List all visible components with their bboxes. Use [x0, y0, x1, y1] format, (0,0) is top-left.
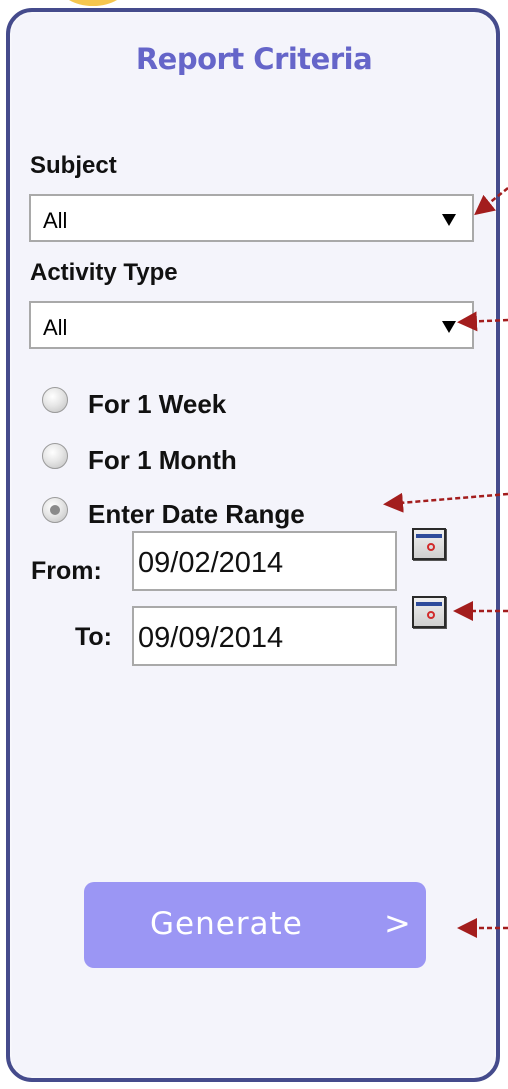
- to-date-input[interactable]: 09/09/2014: [132, 606, 397, 666]
- from-date-value: 09/02/2014: [138, 547, 284, 579]
- radio-label: For 1 Month: [88, 445, 237, 475]
- from-label: From:: [31, 557, 102, 585]
- to-date-value: 09/09/2014: [138, 622, 284, 654]
- to-calendar-icon[interactable]: [412, 596, 446, 628]
- activity-type-select-value: All: [43, 315, 68, 340]
- from-date-input[interactable]: 09/02/2014: [132, 531, 397, 591]
- subject-select-value: All: [43, 208, 68, 233]
- dropdown-arrow-icon: [442, 321, 456, 333]
- activity-type-select[interactable]: All: [29, 301, 474, 349]
- activity-type-label: Activity Type: [30, 259, 178, 286]
- radio-label: For 1 Week: [88, 389, 227, 419]
- radio-button[interactable]: [42, 387, 68, 413]
- panel-title: Report Criteria: [135, 42, 373, 76]
- radio-button[interactable]: [42, 443, 68, 469]
- radio-button-selected[interactable]: [42, 497, 68, 523]
- subject-label: Subject: [30, 152, 117, 179]
- from-calendar-icon[interactable]: [412, 528, 446, 560]
- generate-button[interactable]: Generate >: [84, 882, 426, 968]
- generate-button-label: Generate: [150, 906, 303, 942]
- decorative-blob: [58, 0, 128, 6]
- subject-select[interactable]: All: [29, 194, 474, 242]
- dropdown-arrow-icon: [442, 214, 456, 226]
- to-label: To:: [75, 623, 113, 651]
- radio-label: Enter Date Range: [88, 499, 305, 529]
- chevron-right-icon: >: [384, 904, 411, 942]
